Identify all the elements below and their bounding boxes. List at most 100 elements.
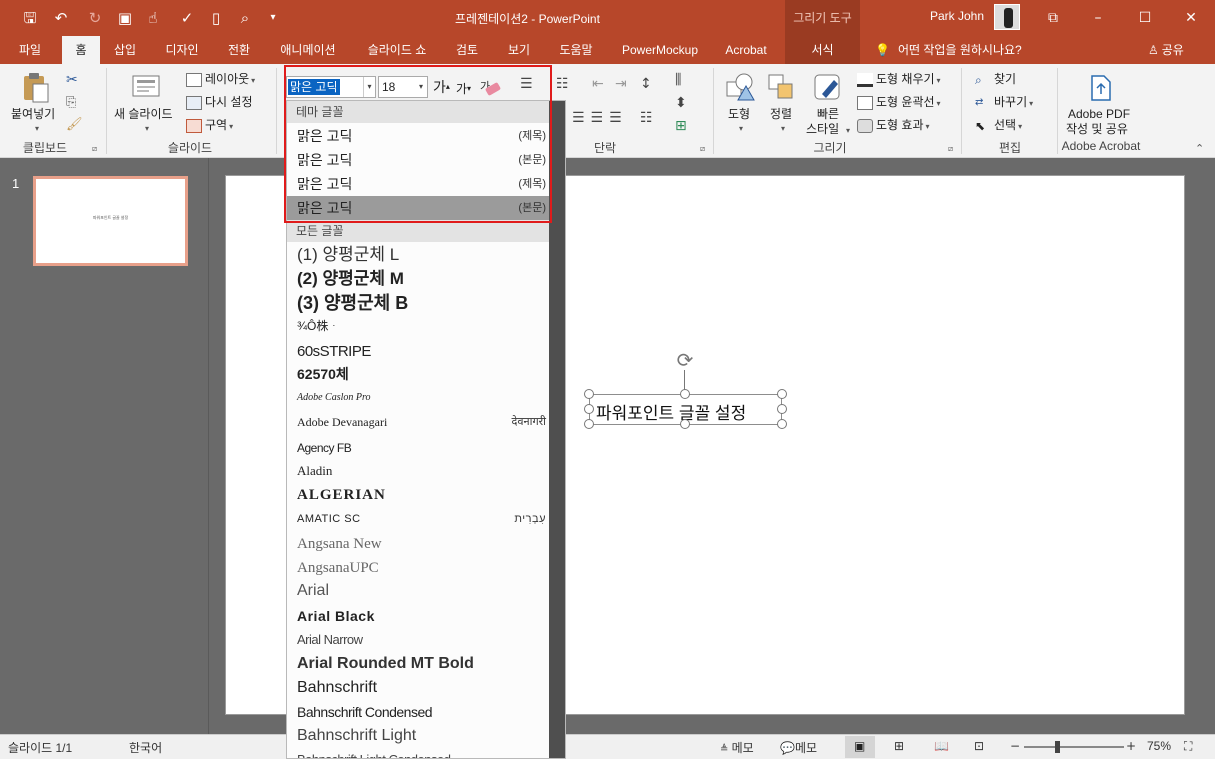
alignment-icons[interactable]: ☰☰☰ bbox=[572, 110, 628, 126]
collapse-ribbon-icon[interactable]: ⌃ bbox=[1195, 142, 1204, 155]
create-pdf-button[interactable]: Adobe PDF bbox=[1068, 107, 1130, 121]
font-option[interactable]: 60sSTRIPE bbox=[287, 339, 550, 363]
print-preview-icon[interactable]: ⌕ bbox=[234, 7, 256, 29]
font-option[interactable]: Agency FB bbox=[287, 435, 550, 459]
tell-me-search[interactable]: 💡 어떤 작업을 원하시나요? bbox=[875, 36, 1022, 64]
reading-view-icon[interactable]: 📖 bbox=[934, 739, 949, 753]
tab-powermockup[interactable]: PowerMockup bbox=[614, 36, 706, 64]
resize-handle[interactable] bbox=[680, 419, 690, 429]
smartart-icon[interactable]: ⊞ bbox=[675, 118, 687, 134]
touch-mode-icon[interactable]: ☝ bbox=[142, 7, 164, 29]
close-icon[interactable]: ✕ bbox=[1179, 6, 1203, 30]
tab-acrobat[interactable]: Acrobat bbox=[718, 36, 774, 64]
font-option[interactable]: Bahnschrift Light bbox=[287, 723, 550, 747]
numbering-icon[interactable]: ☷ bbox=[556, 76, 569, 92]
dialog-launcher-icon[interactable]: ⧄ bbox=[700, 144, 705, 154]
line-spacing-icon[interactable]: ↕ bbox=[640, 76, 652, 92]
font-option[interactable]: Adobe Devanagari देवनागरी bbox=[287, 411, 550, 435]
rotate-handle-icon[interactable]: ⟳ bbox=[674, 349, 696, 371]
shapes-button[interactable]: 도형 bbox=[728, 107, 750, 121]
tab-design[interactable]: 디자인 bbox=[158, 36, 206, 64]
reset-button[interactable]: 다시 설정 bbox=[186, 95, 253, 110]
comments-button[interactable]: 💬메모 bbox=[780, 739, 817, 756]
zoom-out-icon[interactable]: − bbox=[1010, 739, 1020, 753]
dialog-launcher-icon[interactable]: ⧄ bbox=[92, 144, 97, 154]
font-option[interactable]: Adobe Caslon Pro bbox=[287, 387, 550, 411]
arrange-button[interactable]: 정렬 bbox=[770, 107, 792, 121]
slideshow-view-icon[interactable]: ⊡ bbox=[974, 739, 984, 753]
decrease-indent-icon[interactable]: ⇤ bbox=[592, 76, 604, 92]
new-slide-button[interactable]: 새 슬라이드 bbox=[114, 107, 173, 121]
section-button[interactable]: 구역 ▾ bbox=[186, 118, 233, 134]
font-option[interactable]: Arial bbox=[287, 579, 550, 603]
font-option[interactable]: Bahnschrift Condensed bbox=[287, 699, 550, 723]
shape-outline-button[interactable]: 도형 윤곽선 ▾ bbox=[857, 95, 941, 111]
zoom-level[interactable]: 75% bbox=[1147, 739, 1171, 753]
font-option[interactable]: Angsana New bbox=[287, 531, 550, 555]
redo-icon[interactable]: ↻ bbox=[84, 7, 106, 29]
increase-indent-icon[interactable]: ⇥ bbox=[615, 76, 627, 92]
new-slide-icon[interactable] bbox=[131, 72, 163, 102]
slide-sorter-icon[interactable]: ⊞ bbox=[894, 739, 904, 753]
customize-qat-icon[interactable]: ▾ bbox=[262, 7, 284, 29]
align-text-icon[interactable]: ⬍ bbox=[675, 95, 687, 111]
ribbon-display-options-icon[interactable]: ⧉ bbox=[1041, 6, 1065, 30]
layout-button[interactable]: 레이아웃 ▾ bbox=[186, 72, 255, 88]
text-direction-icon[interactable]: ⫼ bbox=[675, 72, 681, 88]
avatar[interactable] bbox=[994, 4, 1020, 30]
font-option[interactable]: Arial Rounded MT Bold bbox=[287, 651, 550, 675]
zoom-in-icon[interactable]: + bbox=[1126, 739, 1136, 753]
cut-icon[interactable]: ✂ bbox=[66, 72, 78, 88]
tab-file[interactable]: 파일 bbox=[6, 36, 54, 64]
font-option[interactable]: (1) 양평군체 L bbox=[287, 243, 550, 267]
arrange-icon[interactable] bbox=[766, 72, 798, 102]
start-slideshow-icon[interactable]: ▣ bbox=[114, 7, 136, 29]
tab-insert[interactable]: 삽입 bbox=[106, 36, 144, 64]
font-option[interactable]: ¾Ô株ᆞ bbox=[287, 315, 550, 339]
tab-format[interactable]: 서식 bbox=[785, 36, 860, 64]
paste-icon[interactable] bbox=[20, 72, 50, 104]
font-option[interactable]: Arial Narrow bbox=[287, 627, 550, 651]
resize-handle[interactable] bbox=[584, 404, 594, 414]
maximize-icon[interactable]: ☐ bbox=[1133, 6, 1157, 30]
resize-handle[interactable] bbox=[584, 419, 594, 429]
quick-styles-button-2[interactable]: 스타일 bbox=[806, 122, 839, 136]
shape-fill-button[interactable]: 도형 채우기 ▾ bbox=[857, 72, 941, 88]
adobe-pdf-icon[interactable] bbox=[1088, 74, 1114, 102]
normal-view-button[interactable]: ▣ bbox=[845, 736, 875, 758]
zoom-slider-track[interactable] bbox=[1024, 746, 1124, 748]
save-icon[interactable]: 🖫 bbox=[19, 7, 41, 29]
format-painter-icon[interactable]: 🖌 bbox=[66, 117, 83, 132]
resize-handle[interactable] bbox=[777, 404, 787, 414]
find-button[interactable]: ⌕ 찾기 bbox=[975, 72, 1016, 87]
tab-animations[interactable]: 애니메이션 bbox=[272, 36, 344, 64]
select-button[interactable]: ⬉ 선택 ▾ bbox=[975, 118, 1022, 134]
shape-effects-button[interactable]: 도형 효과 ▾ bbox=[857, 118, 930, 134]
font-option[interactable]: 62570체 bbox=[287, 363, 550, 387]
font-option[interactable]: Bahnschrift Light Condensed bbox=[287, 747, 550, 758]
resize-handle[interactable] bbox=[584, 389, 594, 399]
language-indicator[interactable]: 한국어 bbox=[129, 739, 162, 756]
columns-icon[interactable]: ☷ bbox=[640, 110, 653, 126]
quick-styles-icon[interactable] bbox=[812, 72, 844, 102]
font-option[interactable]: Arial Black bbox=[287, 603, 550, 627]
share-button[interactable]: ♙ 공유 bbox=[1148, 36, 1184, 64]
paste-button[interactable]: 붙여넣기 bbox=[11, 107, 55, 121]
resize-handle[interactable] bbox=[680, 389, 690, 399]
create-share-label[interactable]: 작성 및 공유 bbox=[1066, 122, 1128, 136]
replace-button[interactable]: ⇄ 바꾸기 ▾ bbox=[975, 95, 1033, 111]
font-option[interactable]: AMATIC SC עִבְרִית bbox=[287, 507, 550, 531]
font-option[interactable]: Aladin bbox=[287, 459, 550, 483]
copy-icon[interactable]: ⎘ bbox=[66, 95, 76, 110]
fit-to-window-icon[interactable]: ⛶ bbox=[1184, 739, 1192, 754]
user-name[interactable]: Park John bbox=[930, 9, 984, 23]
zoom-slider-thumb[interactable] bbox=[1055, 741, 1060, 753]
quick-styles-button[interactable]: 빠른 bbox=[817, 107, 839, 121]
minimize-icon[interactable]: – bbox=[1086, 6, 1110, 30]
resize-handle[interactable] bbox=[777, 389, 787, 399]
notes-button[interactable]: ≜ 메모 bbox=[720, 739, 754, 756]
font-option[interactable]: Bahnschrift bbox=[287, 675, 550, 699]
tab-review[interactable]: 검토 bbox=[448, 36, 486, 64]
text-box-content[interactable]: 파워포인트 글꼴 설정 bbox=[596, 399, 746, 424]
tab-view[interactable]: 보기 bbox=[500, 36, 538, 64]
